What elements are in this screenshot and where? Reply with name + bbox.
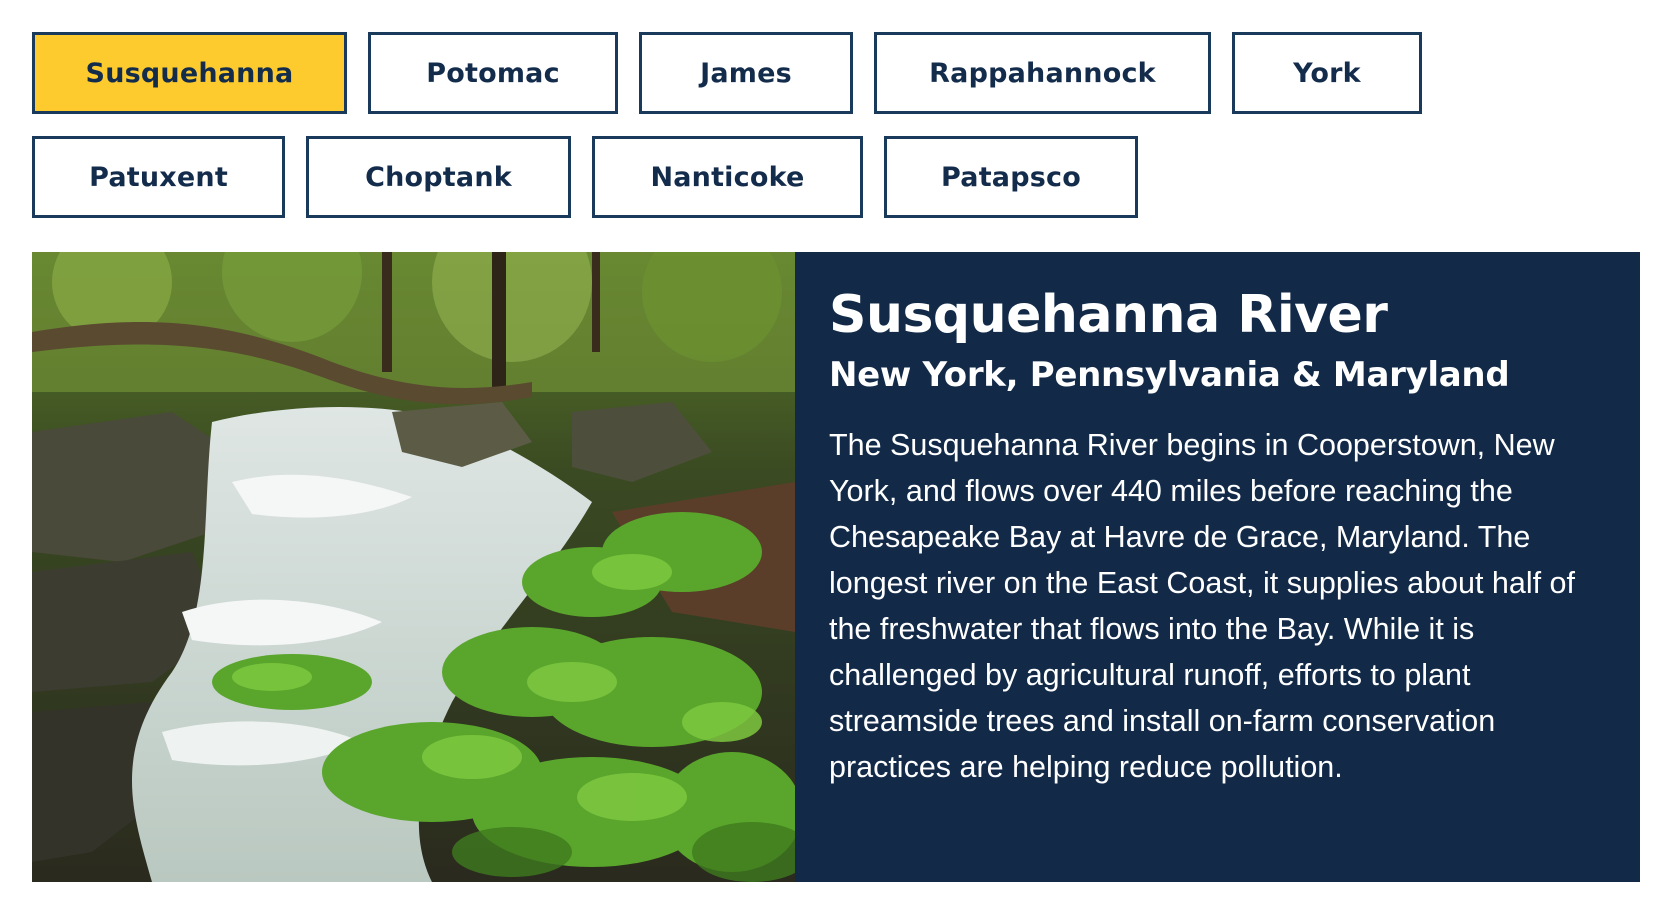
river-photo [32,252,795,882]
stream-image [32,252,795,882]
river-panel: Susquehanna River New York, Pennsylvania… [32,252,1640,882]
river-description: The Susquehanna River begins in Cooperst… [829,428,1575,784]
tab-rappahannock[interactable]: Rappahannock [874,32,1211,114]
river-tabs: Susquehanna Potomac James Rappahannock Y… [0,0,1664,240]
tab-nanticoke[interactable]: Nanticoke [592,136,863,218]
river-title: Susquehanna River [829,285,1388,345]
tab-patapsco[interactable]: Patapsco [884,136,1138,218]
river-states: New York, Pennsylvania & Maryland [829,355,1510,395]
tab-choptank[interactable]: Choptank [306,136,571,218]
river-info: Susquehanna River New York, Pennsylvania… [795,252,1640,882]
tab-patuxent[interactable]: Patuxent [32,136,285,218]
tab-susquehanna[interactable]: Susquehanna [32,32,347,114]
tab-james[interactable]: James [639,32,853,114]
tab-potomac[interactable]: Potomac [368,32,618,114]
tab-york[interactable]: York [1232,32,1422,114]
